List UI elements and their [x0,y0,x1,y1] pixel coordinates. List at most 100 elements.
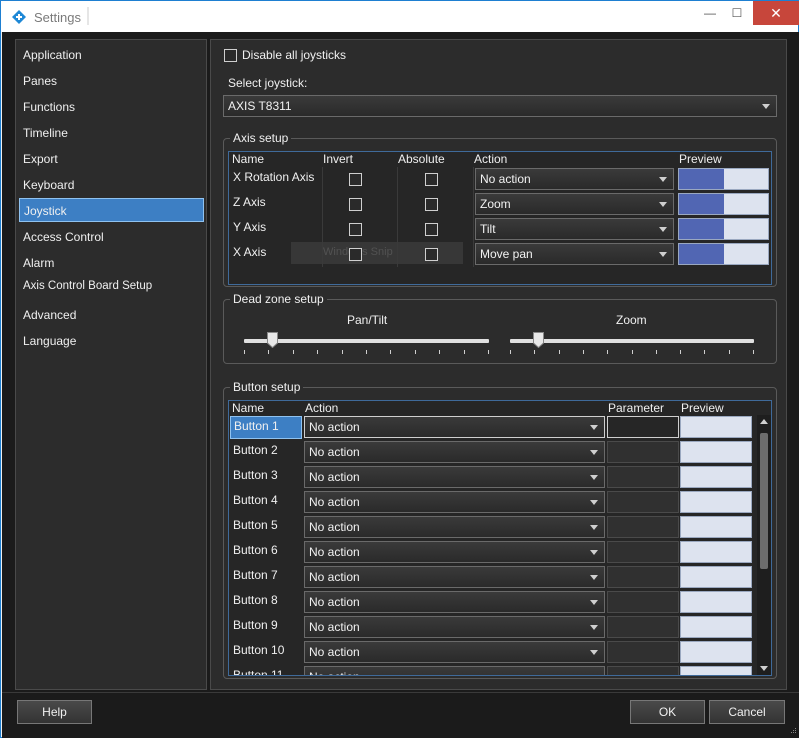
parameter-field[interactable] [607,641,679,663]
table-row[interactable]: Button 2 No action [229,441,755,465]
nav-item-timeline[interactable]: Timeline [19,121,204,145]
button-preview-indicator [680,441,752,463]
table-row[interactable]: Button 3 No action [229,466,755,490]
chevron-down-icon [590,525,598,530]
nav-item-access-control[interactable]: Access Control [19,225,204,249]
maximize-button[interactable]: ☐ [723,1,751,25]
zoom-thumb[interactable] [533,332,544,348]
chevron-down-icon [590,425,598,430]
table-row[interactable]: Button 1 No action [229,416,755,440]
cancel-button[interactable]: Cancel [709,700,785,724]
parameter-field[interactable] [607,466,679,488]
chevron-down-icon [659,227,667,232]
button-row-name: Button 6 [233,543,278,557]
help-button[interactable]: Help [17,700,92,724]
axis-action-select[interactable]: Move pan [475,243,674,265]
absolute-checkbox[interactable] [425,248,438,261]
ok-button[interactable]: OK [630,700,705,724]
absolute-checkbox[interactable] [425,198,438,211]
table-row[interactable]: Button 9 No action [229,616,755,640]
button-action-select[interactable]: No action [304,616,605,638]
button-action-select[interactable]: No action [304,591,605,613]
button-row-name: Button 2 [233,443,278,457]
nav-item-axis-control-board[interactable]: Axis Control Board Setup [19,274,204,298]
invert-checkbox[interactable] [349,173,362,186]
scroll-down-icon[interactable] [760,666,768,671]
parameter-field[interactable] [607,491,679,513]
nav-item-language[interactable]: Language [19,329,204,353]
parameter-field[interactable] [607,441,679,463]
zoom-slider[interactable] [510,330,754,356]
scroll-thumb[interactable] [760,433,768,569]
parameter-field[interactable] [607,566,679,588]
minimize-button[interactable]: — [696,1,724,25]
button-preview-indicator [680,566,752,588]
button-setup-title: Button setup [230,380,304,394]
button-row-name-cell: Button 9 [230,616,302,639]
nav-item-application[interactable]: Application [19,43,204,67]
resize-grip-icon[interactable] [787,726,797,736]
button-action-select[interactable]: No action [304,641,605,663]
button-action-select[interactable]: No action [304,416,605,438]
invert-checkbox[interactable] [349,198,362,211]
close-button[interactable]: ✕ [753,1,799,25]
absolute-checkbox[interactable] [425,173,438,186]
table-row[interactable]: Button 8 No action [229,591,755,615]
button-action-select[interactable]: No action [304,516,605,538]
table-row[interactable]: Button 6 No action [229,541,755,565]
button-col-action: Action [305,401,339,415]
button-action-select[interactable]: No action [304,541,605,563]
axis-preview-fill [679,194,724,214]
button-row-name: Button 3 [233,468,278,482]
table-row[interactable]: Button 7 No action [229,566,755,590]
table-row[interactable]: Button 10 No action [229,641,755,665]
button-action-select[interactable]: No action [304,666,605,675]
parameter-field[interactable] [607,616,679,638]
chevron-down-icon [590,450,598,455]
chevron-down-icon [590,625,598,630]
nav-item-panes[interactable]: Panes [19,69,204,93]
axis-col-preview: Preview [679,152,722,166]
button-action-select[interactable]: No action [304,466,605,488]
invert-checkbox[interactable] [349,248,362,261]
parameter-field[interactable] [607,541,679,563]
nav-item-alarm[interactable]: Alarm [19,251,204,275]
axis-action-select[interactable]: Tilt [475,218,674,240]
nav-item-export[interactable]: Export [19,147,204,171]
slider-tick [390,350,391,354]
nav-item-keyboard[interactable]: Keyboard [19,173,204,197]
absolute-checkbox[interactable] [425,223,438,236]
parameter-field[interactable] [607,666,679,675]
parameter-field[interactable] [607,591,679,613]
joystick-select[interactable]: AXIS T8311 [223,95,777,117]
button-row-name-cell: Button 1 [230,416,302,439]
button-col-parameter: Parameter [608,401,665,415]
pan-tilt-slider[interactable] [244,330,489,356]
scroll-up-icon[interactable] [760,419,768,424]
parameter-field[interactable] [607,416,679,438]
pan-tilt-thumb[interactable] [267,332,278,348]
button-action-select[interactable]: No action [304,491,605,513]
axis-action-select[interactable]: Zoom [475,193,674,215]
button-row-name-cell: Button 3 [230,466,302,489]
axis-action-value: Zoom [480,197,511,211]
axis-setup-group: Axis setup Name Invert Absolute Action P… [223,131,777,287]
button-action-select[interactable]: No action [304,566,605,588]
button-row-name: Button 9 [233,618,278,632]
button-row-name-cell: Button 10 [230,641,302,664]
button-grid-scrollbar[interactable] [757,415,771,675]
invert-checkbox[interactable] [349,223,362,236]
parameter-field[interactable] [607,516,679,538]
nav-item-joystick[interactable]: Joystick [19,198,204,222]
nav-item-advanced[interactable]: Advanced [19,303,204,327]
table-row[interactable]: Button 4 No action [229,491,755,515]
button-action-select[interactable]: No action [304,441,605,463]
button-row-name: Button 7 [233,568,278,582]
axis-col-name: Name [232,152,265,166]
table-row[interactable]: Button 11 No action [229,666,755,675]
table-row[interactable]: Button 5 No action [229,516,755,540]
disable-all-checkbox[interactable] [224,49,237,62]
axis-preview-fill [679,169,724,189]
nav-item-functions[interactable]: Functions [19,95,204,119]
axis-action-select[interactable]: No action [475,168,674,190]
